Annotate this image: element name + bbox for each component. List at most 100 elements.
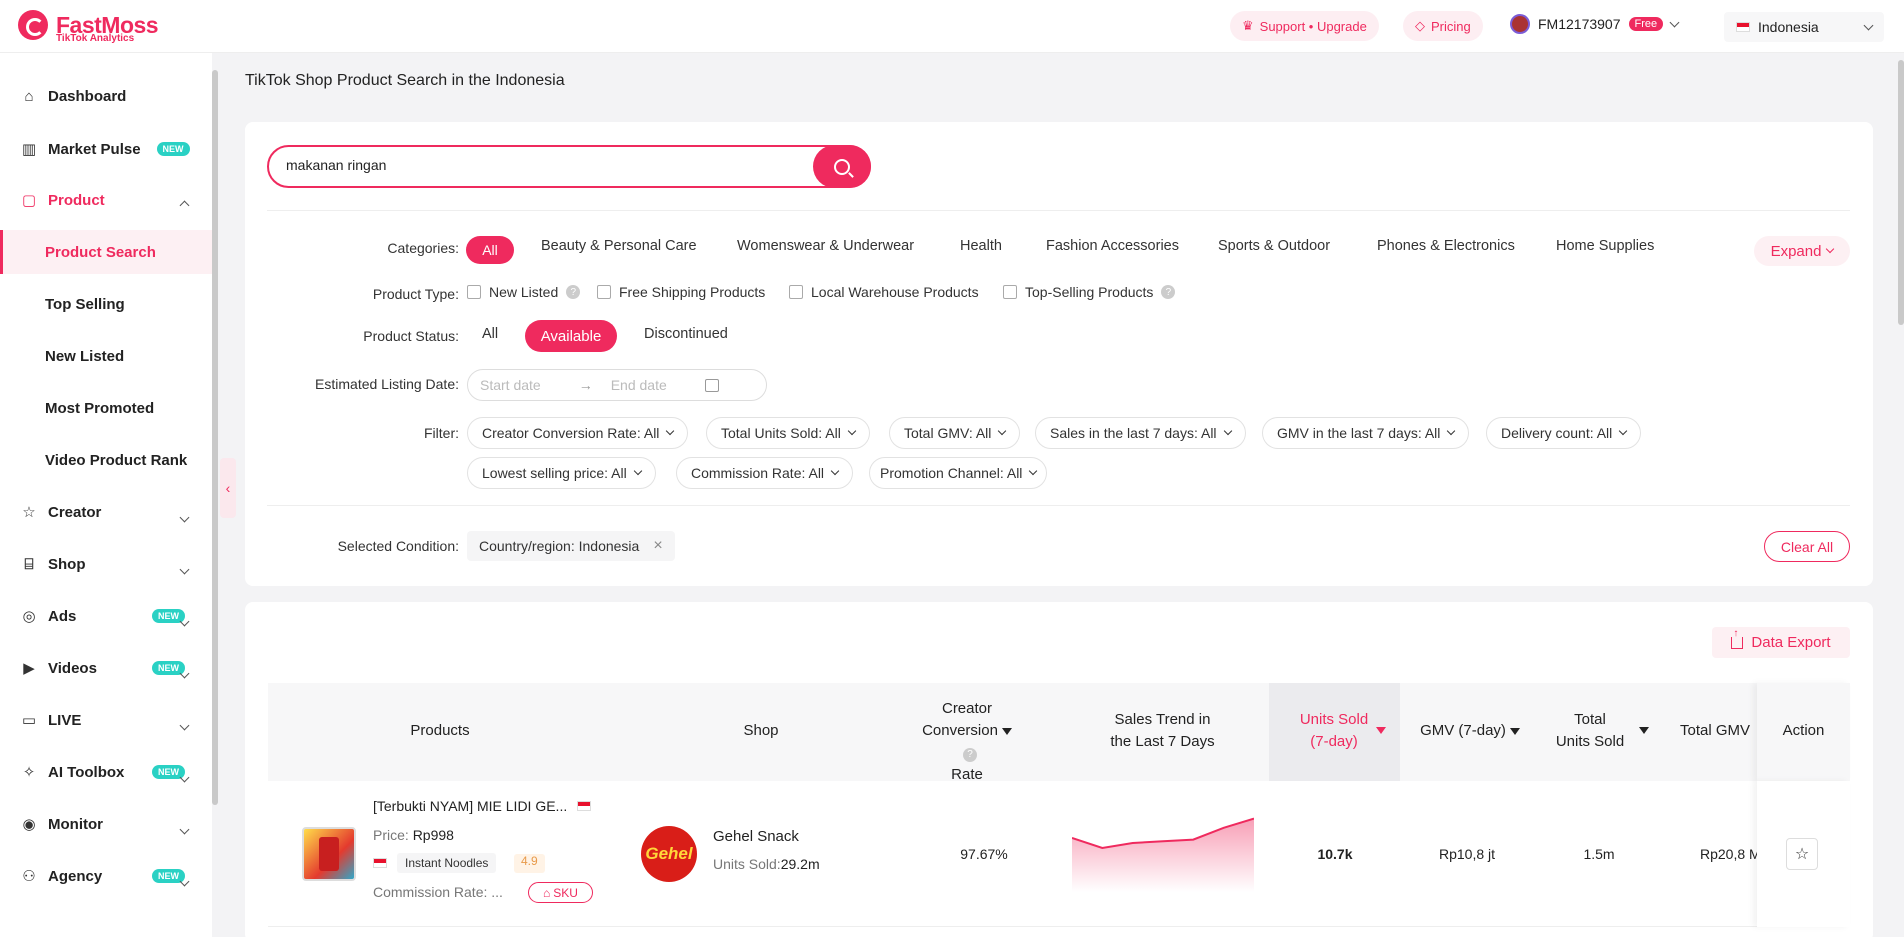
- start-date-placeholder[interactable]: Start date: [480, 377, 541, 393]
- th-gmv-7-day[interactable]: GMV (7-day): [1410, 720, 1530, 742]
- checkbox[interactable]: [467, 285, 481, 299]
- chevron-left-icon: ‹: [225, 480, 231, 496]
- sidebar-subitem-new-listed[interactable]: New Listed: [0, 334, 212, 378]
- sidebar-item-creator[interactable]: ☆ Creator: [0, 490, 212, 534]
- chevron-down-icon: [633, 466, 642, 476]
- category-sports-outdoor[interactable]: Sports & Outdoor: [1218, 238, 1330, 254]
- shop-name[interactable]: Gehel Snack: [713, 828, 799, 845]
- chevron-down-icon: [830, 466, 840, 476]
- category-phones-electronics[interactable]: Phones & Electronics: [1377, 238, 1515, 254]
- th-creator-conversion-rate[interactable]: Creator Conversion? Rate: [917, 698, 1017, 786]
- export-label: Data Export: [1751, 634, 1831, 651]
- close-icon[interactable]: ×: [653, 537, 662, 555]
- product-title[interactable]: [Terbukti NYAM] MIE LIDI GE...: [373, 798, 592, 814]
- help-icon[interactable]: ?: [963, 748, 977, 762]
- status-discontinued[interactable]: Discontinued: [644, 326, 728, 342]
- sidebar-scrollbar[interactable]: [212, 70, 218, 805]
- sort-desc-icon[interactable]: [1639, 727, 1649, 734]
- filter-sales-last-7-days[interactable]: Sales in the last 7 days: All: [1035, 417, 1246, 449]
- help-icon[interactable]: ?: [1161, 285, 1176, 299]
- sidebar-subitem-product-search[interactable]: Product Search: [0, 230, 212, 274]
- th-line: Units Sold: [1299, 711, 1369, 728]
- category-fashion-accessories[interactable]: Fashion Accessories: [1046, 238, 1179, 254]
- bag-icon: ▢: [21, 192, 37, 209]
- product-image[interactable]: [302, 827, 356, 881]
- shop-logo[interactable]: Gehel: [641, 826, 697, 882]
- filter-delivery-count[interactable]: Delivery count: All: [1486, 417, 1642, 449]
- agency-icon: ⚇: [22, 868, 36, 885]
- sort-desc-icon[interactable]: [1509, 727, 1520, 735]
- th-total-units-sold[interactable]: Total Units Sold: [1540, 709, 1640, 753]
- filter-total-gmv[interactable]: Total GMV: All: [889, 417, 1021, 449]
- search-button[interactable]: [813, 145, 871, 188]
- sidebar-item-live[interactable]: ▭ LIVE: [0, 698, 212, 742]
- sidebar-item-monitor[interactable]: ◉ Monitor: [0, 802, 212, 846]
- category-all[interactable]: All: [466, 236, 514, 264]
- checkbox[interactable]: [1003, 285, 1017, 299]
- chevron-down-icon: [847, 426, 857, 436]
- sidebar-subitem-top-selling[interactable]: Top Selling: [0, 282, 212, 326]
- price-value: Rp998: [412, 827, 454, 843]
- product-type-top-selling[interactable]: Top-Selling Products ?: [1003, 284, 1176, 300]
- status-available[interactable]: Available: [525, 320, 617, 352]
- sidebar-item-videos[interactable]: ▶ Videos NEW: [0, 646, 212, 690]
- listing-date-label: Estimated Listing Date:: [315, 376, 459, 392]
- product-type-local-warehouse[interactable]: Local Warehouse Products: [789, 284, 979, 300]
- chevron-down-icon: [179, 772, 190, 783]
- favorite-button[interactable]: ☆: [1786, 838, 1818, 870]
- filter-commission-rate[interactable]: Commission Rate: All: [676, 457, 854, 489]
- sidebar-subitem-most-promoted[interactable]: Most Promoted: [0, 386, 212, 430]
- checkbox[interactable]: [789, 285, 803, 299]
- category-home-supplies[interactable]: Home Supplies: [1556, 238, 1654, 254]
- top-bar: FastMoss TikTok Analytics ♛ Support • Up…: [0, 0, 1904, 53]
- sidebar-item-agency[interactable]: ⚇ Agency NEW: [0, 854, 212, 898]
- filter-pill-label: Commission Rate: All: [691, 465, 825, 481]
- th-line: Creator: [941, 700, 993, 717]
- sort-desc-icon[interactable]: [1001, 727, 1012, 735]
- product-type-new-listed[interactable]: New Listed ?: [467, 284, 581, 300]
- filter-total-units-sold[interactable]: Total Units Sold: All: [706, 417, 870, 449]
- sort-desc-icon[interactable]: [1376, 727, 1386, 734]
- search-input[interactable]: [286, 157, 786, 173]
- product-type-free-shipping[interactable]: Free Shipping Products: [597, 284, 765, 300]
- sidebar-item-ai-toolbox[interactable]: ✧ AI Toolbox NEW: [0, 750, 212, 794]
- video-icon: ▶: [23, 660, 35, 677]
- checkbox[interactable]: [597, 285, 611, 299]
- end-date-placeholder[interactable]: End date: [611, 377, 667, 393]
- data-export-button[interactable]: Data Export: [1712, 627, 1850, 658]
- filter-gmv-last-7-days[interactable]: GMV in the last 7 days: All: [1262, 417, 1470, 449]
- th-units-sold-7-day[interactable]: Units Sold (7-day): [1279, 709, 1389, 753]
- filter-creator-conversion-rate[interactable]: Creator Conversion Rate: All: [467, 417, 689, 449]
- collapse-sidebar-button[interactable]: ‹: [220, 458, 236, 518]
- sidebar-item-ads[interactable]: ◎ Ads NEW: [0, 594, 212, 638]
- country-select[interactable]: Indonesia: [1724, 12, 1884, 42]
- expand-categories-button[interactable]: Expand: [1754, 236, 1850, 266]
- chevron-down-icon: [1447, 426, 1456, 436]
- sidebar-item-shop[interactable]: ⌸ Shop: [0, 542, 212, 586]
- clear-all-button[interactable]: Clear All: [1764, 531, 1850, 562]
- category-health[interactable]: Health: [960, 238, 1002, 254]
- status-all[interactable]: All: [482, 326, 498, 342]
- shop-units-label: Units Sold:: [713, 856, 781, 872]
- pricing-button[interactable]: ◇ Pricing: [1403, 11, 1483, 41]
- sidebar-item-dashboard[interactable]: ⌂ Dashboard: [0, 74, 212, 118]
- product-type-label-text: Free Shipping Products: [619, 284, 766, 300]
- filter-promotion-channel[interactable]: Promotion Channel: All: [869, 457, 1048, 489]
- sidebar-item-market-pulse[interactable]: ▥ Market Pulse NEW: [0, 127, 212, 171]
- category-beauty[interactable]: Beauty & Personal Care: [541, 238, 697, 254]
- live-icon: ▭: [21, 712, 37, 729]
- divider: [267, 505, 1850, 506]
- th-total-gmv[interactable]: Total GMV: [1680, 720, 1760, 742]
- sku-button[interactable]: ⌂ SKU: [528, 882, 593, 903]
- filter-lowest-selling-price[interactable]: Lowest selling price: All: [467, 457, 656, 489]
- category-womenswear[interactable]: Womenswear & Underwear: [737, 238, 914, 254]
- sidebar-subitem-video-product-rank[interactable]: Video Product Rank: [0, 438, 212, 482]
- sidebar-item-product[interactable]: ▢ Product: [0, 178, 212, 222]
- help-icon[interactable]: ?: [566, 285, 581, 299]
- page-scrollbar[interactable]: [1898, 60, 1904, 325]
- listing-date-range[interactable]: Start date → End date: [467, 369, 767, 401]
- th-line: (7-day): [1310, 733, 1358, 750]
- user-menu[interactable]: FM12173907 Free: [1510, 14, 1680, 34]
- product-price: Price: Rp998: [373, 827, 454, 843]
- support-upgrade-button[interactable]: ♛ Support • Upgrade: [1230, 11, 1379, 41]
